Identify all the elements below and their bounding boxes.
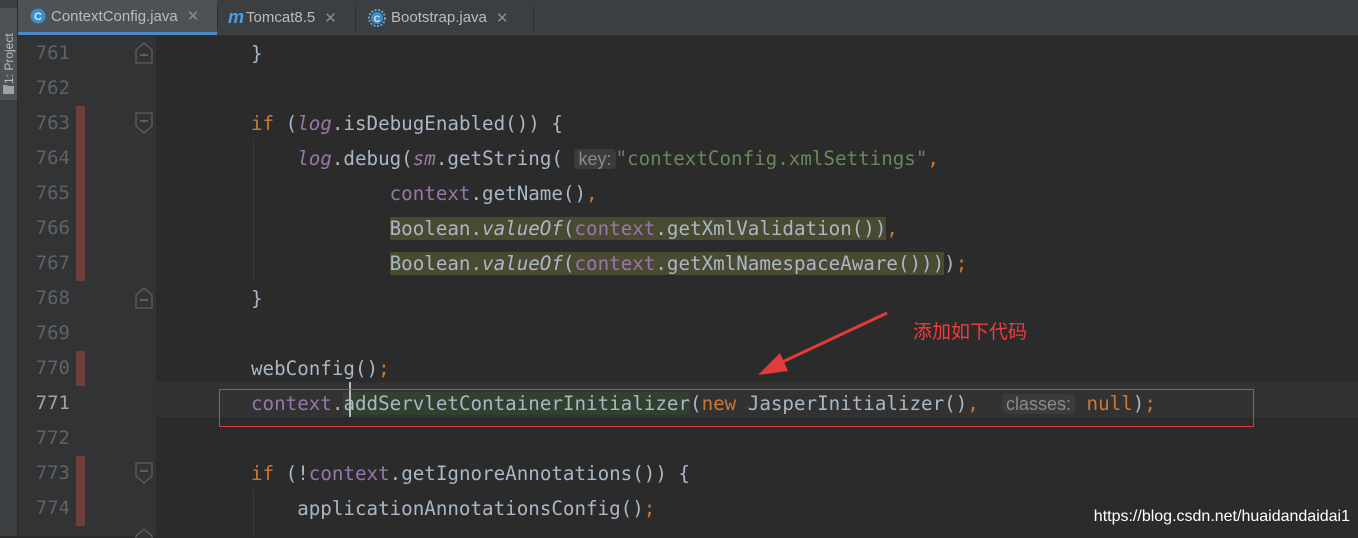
line-number: 768	[35, 287, 70, 309]
tab-label: Bootstrap.java	[391, 9, 487, 26]
line-number: 772	[35, 427, 70, 449]
code-line: 764 log.debug(sm.getString( key: "context…	[0, 141, 1358, 176]
fold-end-icon[interactable]	[134, 528, 154, 538]
code-text: context.getName(),	[389, 182, 598, 205]
tab-contextconfig[interactable]: C ContextConfig.java ✕	[18, 0, 217, 35]
line-number: 763	[35, 112, 70, 134]
line-number: 769	[35, 322, 70, 344]
code-line: 767 Boolean.valueOf(context.getXmlNamesp…	[0, 246, 1358, 281]
code-text: applicationAnnotationsConfig();	[251, 497, 656, 520]
svg-text:C: C	[34, 11, 42, 23]
highlight-box	[219, 389, 1254, 427]
code-text: log.debug(sm.getString( key: "contextConf…	[297, 147, 939, 170]
close-icon[interactable]: ✕	[324, 9, 337, 27]
close-icon[interactable]: ✕	[187, 7, 200, 25]
code-text: }	[251, 42, 263, 65]
vcs-change-marker[interactable]	[76, 491, 85, 526]
code-text: Boolean.valueOf(context.getXmlValidation…	[389, 217, 898, 240]
code-line: 768 }	[0, 281, 1358, 316]
vcs-change-marker[interactable]	[76, 351, 85, 386]
fold-end-icon[interactable]	[134, 287, 154, 309]
vcs-change-marker[interactable]	[76, 246, 85, 281]
line-number: 761	[35, 42, 70, 64]
code-line: 769	[0, 316, 1358, 351]
class-gear-icon: C	[368, 8, 386, 27]
annotation-text: 添加如下代码	[913, 321, 1028, 343]
tab-bootstrap[interactable]: C Bootstrap.java ✕	[356, 0, 533, 35]
line-number: 766	[35, 217, 70, 239]
line-number: 771	[35, 392, 70, 414]
fold-start-icon[interactable]	[134, 112, 154, 134]
code-line: 770 webConfig();	[0, 351, 1358, 386]
maven-icon: m	[228, 7, 245, 27]
code-line: 762	[0, 71, 1358, 106]
parameter-hint: key:	[574, 149, 616, 169]
line-number: 774	[35, 497, 70, 519]
code-text: webConfig();	[251, 357, 390, 380]
line-number: 765	[35, 182, 70, 204]
code-line: 773 if (!context.getIgnoreAnnotations())…	[0, 456, 1358, 491]
code-line: 763 if (log.isDebugEnabled()) {	[0, 106, 1358, 141]
line-number: 773	[35, 462, 70, 484]
close-icon[interactable]: ✕	[496, 9, 509, 27]
svg-text:C: C	[374, 14, 381, 24]
fold-end-icon[interactable]	[134, 42, 154, 64]
code-text: }	[251, 287, 263, 310]
code-line: 761 }	[0, 36, 1358, 71]
line-number: 767	[35, 252, 70, 274]
vcs-change-marker[interactable]	[76, 211, 85, 246]
vcs-change-marker[interactable]	[76, 141, 85, 176]
code-text: if (log.isDebugEnabled()) {	[251, 112, 563, 135]
code-text: if (!context.getIgnoreAnnotations()) {	[251, 462, 690, 485]
line-number: 762	[35, 77, 70, 99]
line-number: 764	[35, 147, 70, 169]
code-text: Boolean.valueOf(context.getXmlNamespaceA…	[389, 252, 968, 275]
fold-start-icon[interactable]	[134, 462, 154, 484]
tab-label: ContextConfig.java	[51, 7, 178, 25]
tab-tomcat[interactable]: m Tomcat8.5 ✕	[218, 0, 355, 35]
editor-tab-bar: C ContextConfig.java ✕ m Tomcat8.5 ✕ C B…	[18, 0, 1358, 36]
vcs-change-marker[interactable]	[76, 106, 85, 141]
tab-label: Tomcat8.5	[246, 9, 316, 26]
class-icon: C	[30, 8, 46, 24]
code-line: 766 Boolean.valueOf(context.getXmlValida…	[0, 211, 1358, 246]
code-line: 765 context.getName(),	[0, 176, 1358, 211]
vcs-change-marker[interactable]	[76, 456, 85, 491]
watermark: https://blog.csdn.net/huaidandaidai1	[1093, 508, 1350, 525]
line-number: 770	[35, 357, 70, 379]
vcs-change-marker[interactable]	[76, 176, 85, 211]
